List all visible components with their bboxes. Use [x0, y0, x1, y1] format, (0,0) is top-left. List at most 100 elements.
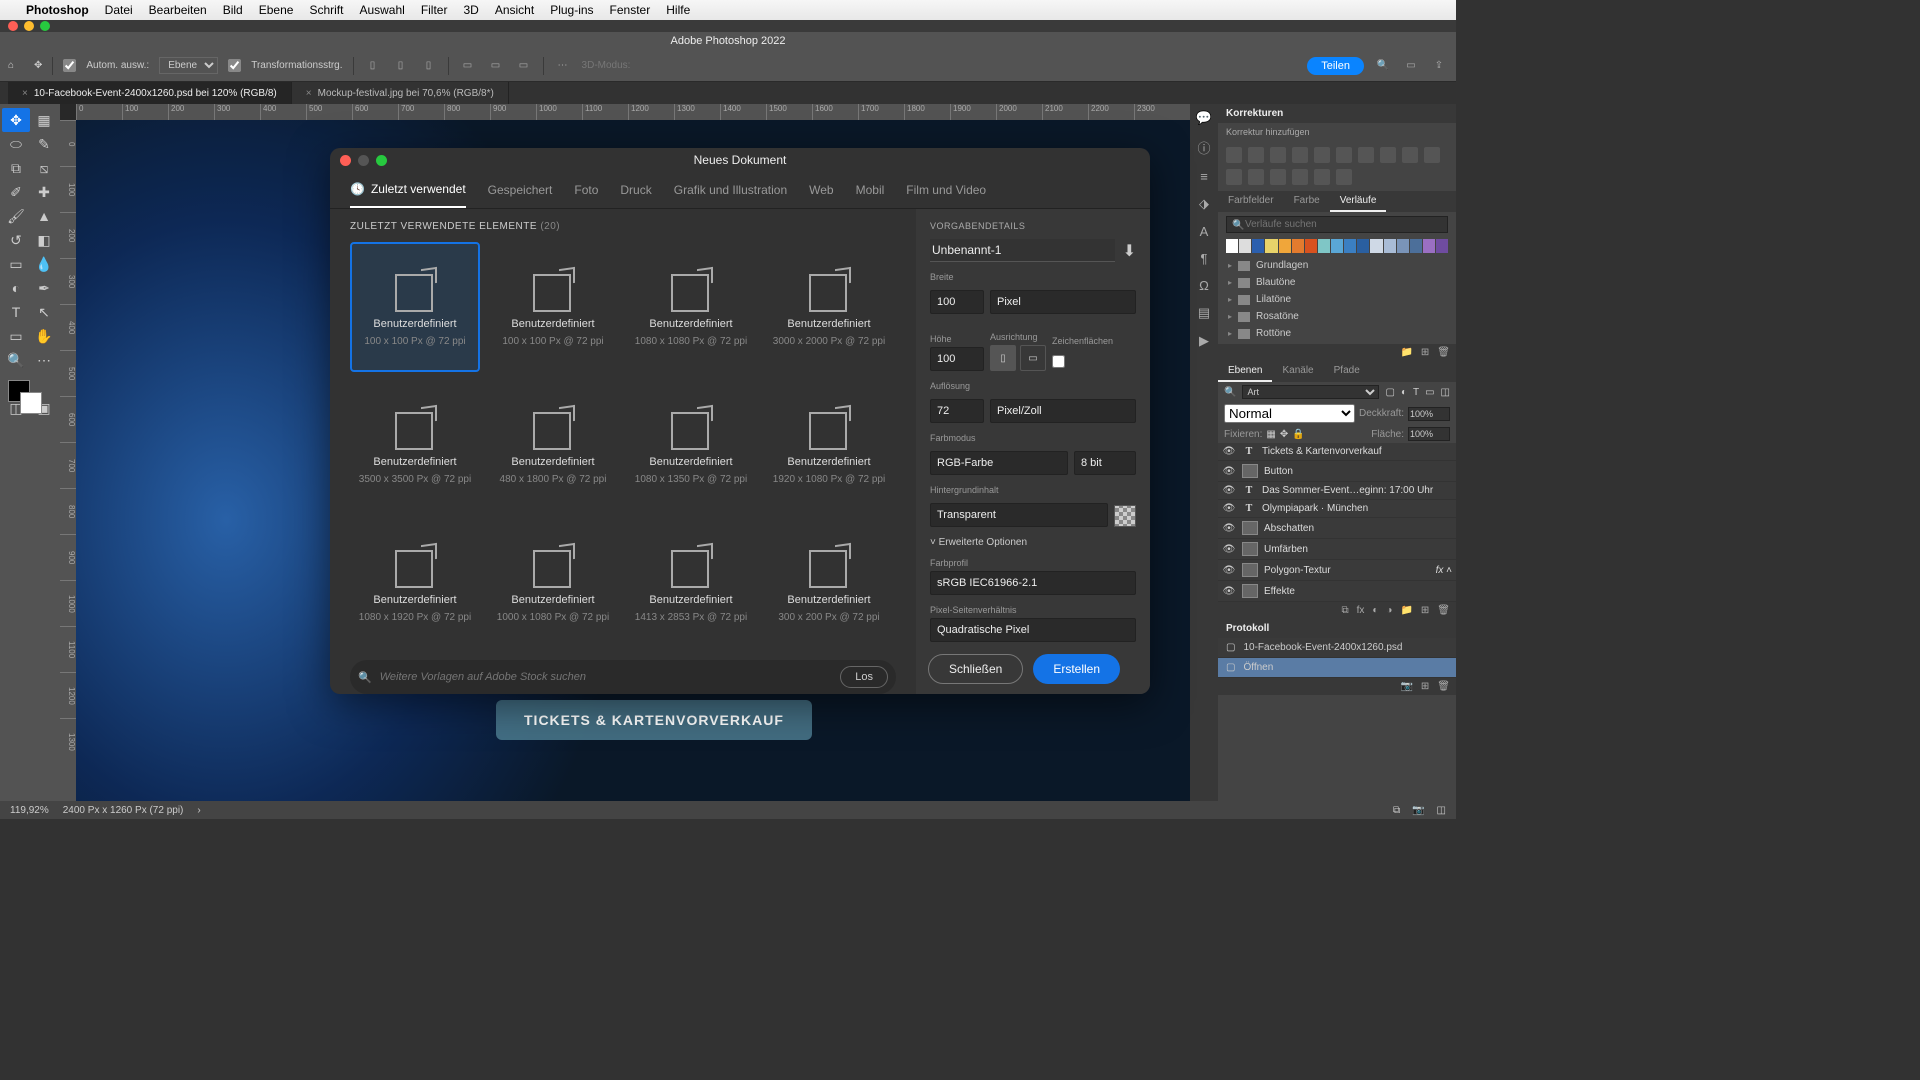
align-bottom-icon[interactable]: ▭ — [515, 57, 533, 75]
more-icon[interactable]: ⋯ — [554, 57, 572, 75]
dodge-tool[interactable]: ◐ — [2, 276, 30, 300]
gradient-swatch[interactable] — [1305, 239, 1317, 253]
gradient-folder[interactable]: ▸Grundlagen — [1226, 257, 1448, 274]
quick-select-tool[interactable]: ✎ — [30, 132, 58, 156]
orientation-landscape[interactable]: ▭ — [1020, 345, 1046, 371]
move-tool[interactable]: ✥ — [2, 108, 30, 132]
comments-icon[interactable]: 💬 — [1196, 110, 1212, 126]
align-center-h-icon[interactable]: ▯ — [392, 57, 410, 75]
orientation-portrait[interactable]: ▯ — [990, 345, 1016, 371]
stamp-tool[interactable]: ▲ — [30, 204, 58, 228]
delete-state-icon[interactable]: 🗑 — [1437, 681, 1450, 692]
lock-pixels-icon[interactable]: ▦ — [1266, 429, 1275, 440]
menu-ansicht[interactable]: Ansicht — [495, 3, 534, 17]
layer-row[interactable]: 👁TOlympiapark · München — [1218, 500, 1456, 518]
visibility-icon[interactable]: 👁 — [1222, 565, 1236, 576]
lock-position-icon[interactable]: ✥ — [1280, 429, 1288, 440]
preset-card[interactable]: Benutzerdefiniert3500 x 3500 Px @ 72 ppi — [350, 380, 480, 510]
width-input[interactable] — [930, 290, 984, 314]
gradient-swatch[interactable] — [1279, 239, 1291, 253]
preset-card[interactable]: Benutzerdefiniert100 x 100 Px @ 72 ppi — [488, 242, 618, 372]
opacity-input[interactable] — [1408, 407, 1450, 421]
type-tool[interactable]: T — [2, 300, 30, 324]
snapshot-icon[interactable]: 📷 — [1412, 805, 1424, 816]
sync-icon[interactable]: ◫ — [1437, 805, 1446, 816]
gradient-search-input[interactable] — [1226, 216, 1448, 233]
channelmixer-icon[interactable] — [1424, 147, 1440, 163]
info-icon[interactable]: ⓘ — [1197, 138, 1210, 157]
dialog-tab[interactable]: 🕓Zuletzt verwendet — [350, 172, 466, 208]
layer-row[interactable]: 👁Polygon-Texturfx ˄ — [1218, 560, 1456, 581]
edit-toolbar[interactable]: ⋯ — [30, 348, 58, 372]
gradient-swatch[interactable] — [1292, 239, 1304, 253]
layer-kind-select[interactable]: Art — [1242, 385, 1379, 399]
search-icon[interactable]: 🔍 — [1374, 57, 1392, 75]
tab-ebenen[interactable]: Ebenen — [1218, 361, 1272, 382]
background-swatch[interactable] — [20, 392, 42, 414]
auto-select-target[interactable]: Ebene — [159, 57, 218, 74]
mask-icon[interactable]: ◐ — [1372, 605, 1378, 616]
hue-icon[interactable] — [1336, 147, 1352, 163]
gradient-swatch[interactable] — [1370, 239, 1382, 253]
gradient-folder[interactable]: ▸Rosatöne — [1226, 308, 1448, 325]
new-gradient-icon[interactable]: ⊞ — [1421, 347, 1429, 358]
hand-tool[interactable]: ✋ — [30, 324, 58, 348]
preset-card[interactable]: Benutzerdefiniert1000 x 1080 Px @ 72 ppi — [488, 518, 618, 648]
gradient-swatch[interactable] — [1423, 239, 1435, 253]
preset-card[interactable]: Benutzerdefiniert1080 x 1920 Px @ 72 ppi — [350, 518, 480, 648]
colordepth-select[interactable]: 8 bit — [1074, 451, 1136, 475]
crop-tool[interactable]: ⧉ — [2, 156, 30, 180]
dialog-max-icon[interactable] — [376, 155, 387, 166]
artboards-checkbox[interactable] — [1052, 355, 1065, 368]
menu-datei[interactable]: Datei — [105, 3, 133, 17]
corrections-panel-header[interactable]: Korrekturen — [1218, 104, 1456, 123]
new-folder-icon[interactable]: 📁 — [1400, 347, 1412, 358]
gradient-swatch[interactable] — [1252, 239, 1264, 253]
gradient-swatch[interactable] — [1397, 239, 1409, 253]
levels-icon[interactable] — [1248, 147, 1264, 163]
layer-row[interactable]: 👁Effekte — [1218, 581, 1456, 602]
posterize-icon[interactable] — [1270, 169, 1286, 185]
doc-tab-2[interactable]: ×Mockup-festival.jpg bei 70,6% (RGB/8*) — [292, 82, 509, 104]
auto-select-checkbox[interactable] — [63, 59, 76, 72]
visibility-icon[interactable]: 👁 — [1222, 544, 1236, 555]
brightness-icon[interactable] — [1226, 147, 1242, 163]
align-right-icon[interactable]: ▯ — [420, 57, 438, 75]
align-left-icon[interactable]: ▯ — [364, 57, 382, 75]
background-swatch[interactable] — [1114, 505, 1136, 527]
gradient-swatch[interactable] — [1410, 239, 1422, 253]
layer-row[interactable]: 👁Button — [1218, 461, 1456, 482]
timeline-icon[interactable]: ⧉ — [1393, 805, 1400, 816]
menu-fenster[interactable]: Fenster — [610, 3, 651, 17]
window-close-icon[interactable] — [8, 21, 18, 31]
eraser-tool[interactable]: ◧ — [30, 228, 58, 252]
preset-search-button[interactable]: Los — [840, 666, 888, 688]
paragraph-icon[interactable]: ¶ — [1201, 251, 1208, 266]
lasso-tool[interactable]: ⬭ — [2, 132, 30, 156]
doc-tab-1[interactable]: ×10-Facebook-Event-2400x1260.psd bei 120… — [8, 82, 292, 104]
new-layer-icon[interactable]: ⊞ — [1421, 605, 1429, 616]
menu-schrift[interactable]: Schrift — [309, 3, 343, 17]
preset-name-input[interactable] — [930, 239, 1115, 262]
glyphs-icon[interactable]: Ω — [1199, 278, 1209, 293]
shape-tool[interactable]: ▭ — [2, 324, 30, 348]
dialog-tab[interactable]: Web — [809, 172, 833, 208]
artboard-tool[interactable]: ▦ — [30, 108, 58, 132]
menu-3d[interactable]: 3D — [463, 3, 478, 17]
home-icon[interactable]: ⌂ — [8, 60, 24, 71]
visibility-icon[interactable]: 👁 — [1222, 503, 1236, 514]
adjust-icon[interactable]: ⬗ — [1199, 196, 1209, 212]
zoom-level[interactable]: 119,92% — [10, 805, 49, 816]
new-state-icon[interactable]: ⊞ — [1421, 681, 1429, 692]
menu-auswahl[interactable]: Auswahl — [359, 3, 404, 17]
color-swatches[interactable] — [2, 376, 58, 418]
create-button[interactable]: Erstellen — [1033, 654, 1120, 684]
close-tab-icon[interactable]: × — [22, 88, 28, 99]
resolution-unit-select[interactable]: Pixel/Zoll — [990, 399, 1136, 423]
gradient-swatch[interactable] — [1436, 239, 1448, 253]
layer-row[interactable]: 👁Abschatten — [1218, 518, 1456, 539]
align-center-v-icon[interactable]: ▭ — [487, 57, 505, 75]
move-tool-icon[interactable]: ✥ — [34, 60, 42, 71]
window-min-icon[interactable] — [24, 21, 34, 31]
group-icon[interactable]: 📁 — [1400, 605, 1412, 616]
